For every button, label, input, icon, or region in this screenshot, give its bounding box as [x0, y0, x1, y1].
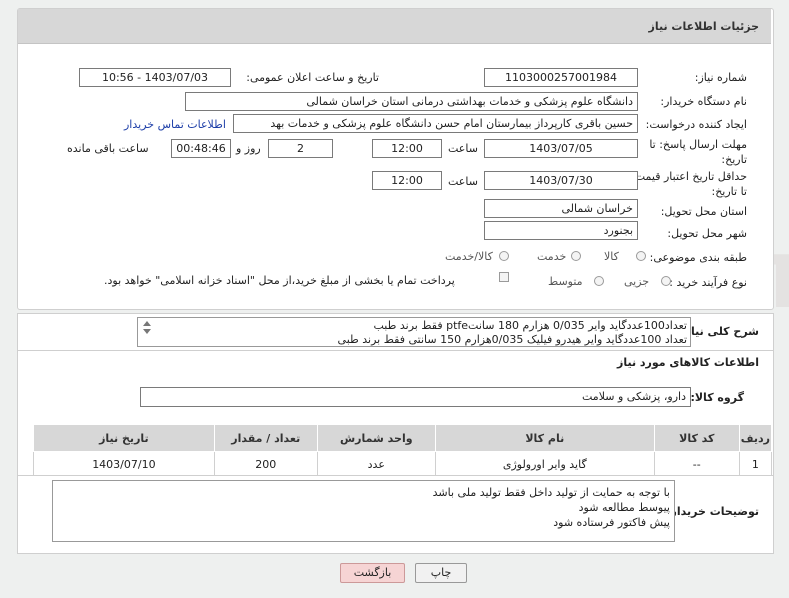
send-date-field: 1403/07/05 [484, 139, 638, 158]
buyer-notes-label: توضیحات خریدار: [666, 505, 759, 518]
category-option-both: کالا/خدمت [445, 250, 493, 263]
buyer-notes-textarea[interactable]: با توجه به حمایت از تولید داخل فقط تولید… [52, 480, 675, 542]
goods-group-field: دارو، پزشکی و سلامت [140, 387, 691, 407]
summary-textarea[interactable]: تعداد100عددگاید وایر 0/035 هزارم 180 سان… [137, 317, 691, 347]
buyer-notes-line-1: با توجه به حمایت از تولید داخل فقط تولید… [432, 486, 670, 499]
table-row[interactable]: 1 -- گاید وایر اورولوژی عدد 200 1403/07/… [33, 451, 773, 477]
col-header-qty: تعداد / مقدار [213, 424, 318, 452]
days-label: روز و [236, 142, 261, 155]
category-radio-goods[interactable] [636, 251, 646, 261]
contact-info-link[interactable]: اطلاعات تماس خریدار [124, 118, 226, 131]
buyer-notes-line-2: پیوسط مطالعه شود [578, 501, 670, 514]
price-time-label: ساعت [448, 175, 478, 188]
buyer-notes-line-3: پیش فاکتور فرستاده شود [553, 516, 670, 529]
city-field: بجنورد [484, 221, 638, 240]
purchase-radio-partial[interactable] [661, 276, 671, 286]
send-deadline-label: مهلت ارسال پاسخ: تا تاریخ: [649, 138, 747, 166]
cell-unit: عدد [316, 451, 436, 477]
col-header-date: تاریخ نیاز [33, 424, 215, 452]
category-option-goods: کالا [604, 250, 619, 263]
city-label: شهر محل تحویل: [667, 227, 747, 240]
category-radio-service[interactable] [571, 251, 581, 261]
col-header-unit: واحد شمارش [316, 424, 436, 452]
print-button[interactable]: چاپ [415, 563, 467, 583]
col-header-code: کد کالا [653, 424, 740, 452]
category-option-service: خدمت [537, 250, 567, 263]
category-radio-both[interactable] [499, 251, 509, 261]
cell-qty: 200 [213, 451, 318, 477]
cell-code: -- [653, 451, 740, 477]
scroll-arrows-icon[interactable] [141, 320, 153, 344]
treasury-payment-note: پرداخت تمام یا بخشی از مبلغ خرید،از محل … [104, 274, 455, 287]
announce-label: تاریخ و ساعت اعلان عمومی: [246, 71, 379, 84]
purchase-option-partial: جزیی [624, 275, 650, 288]
page-title: جزئیات اطلاعات نیاز [648, 20, 760, 33]
summary-line-1: تعداد100عددگاید وایر 0/035 هزارم 180 سان… [373, 319, 688, 332]
announce-field: 1403/07/03 - 10:56 [79, 68, 231, 87]
category-label: طبقه بندی موضوعی: [649, 251, 747, 264]
summary-label: شرح کلی نیاز: [680, 325, 759, 338]
price-validity-label: حداقل تاریخ اعتبار قیمت: تا تاریخ: [631, 170, 747, 198]
need-number-label: شماره نیاز: [694, 71, 747, 84]
days-field: 2 [268, 139, 333, 158]
col-header-name: نام کالا [434, 424, 655, 452]
cell-name: گاید وایر اورولوژی [434, 451, 655, 477]
buyer-org-label: نام دستگاه خریدار: [660, 95, 747, 108]
cell-date: 1403/07/10 [33, 451, 215, 477]
need-number-field: 1103000257001984 [484, 68, 638, 87]
purchase-radio-medium[interactable] [594, 276, 604, 286]
send-time-label: ساعت [448, 142, 478, 155]
col-header-row: ردیف [738, 424, 773, 452]
price-time-field: 12:00 [372, 171, 442, 190]
treasury-payment-checkbox[interactable] [499, 272, 509, 282]
cell-index: 1 [738, 451, 773, 477]
remaining-time-label: ساعت باقی مانده [67, 142, 149, 155]
goods-section-title: اطلاعات کالاهای مورد نیاز [617, 356, 759, 369]
back-button[interactable]: بازگشت [340, 563, 405, 583]
purchase-option-medium: متوسط [548, 275, 583, 288]
price-date-field: 1403/07/30 [484, 171, 638, 190]
buyer-org-field: دانشگاه علوم پزشکی و خدمات بهداشتی درمان… [185, 92, 638, 111]
send-time-field: 12:00 [372, 139, 442, 158]
province-label: استان محل تحویل: [660, 205, 747, 218]
province-field: خراسان شمالی [484, 199, 638, 218]
goods-group-label: گروه کالا: [690, 391, 744, 404]
remaining-time-field: 00:48:46 [171, 139, 231, 158]
summary-line-2: تعداد 100عددگاید وایر هیدرو فیلیک 0/035ه… [337, 333, 687, 346]
creator-field: حسین باقری کارپرداز بیمارستان امام حسن د… [233, 114, 638, 133]
goods-table: ردیف کد کالا نام کالا واحد شمارش تعداد /… [33, 424, 773, 477]
creator-label: ایجاد کننده درخواست: [645, 118, 747, 131]
purchase-type-label: نوع فرآیند خرید : [669, 276, 747, 289]
